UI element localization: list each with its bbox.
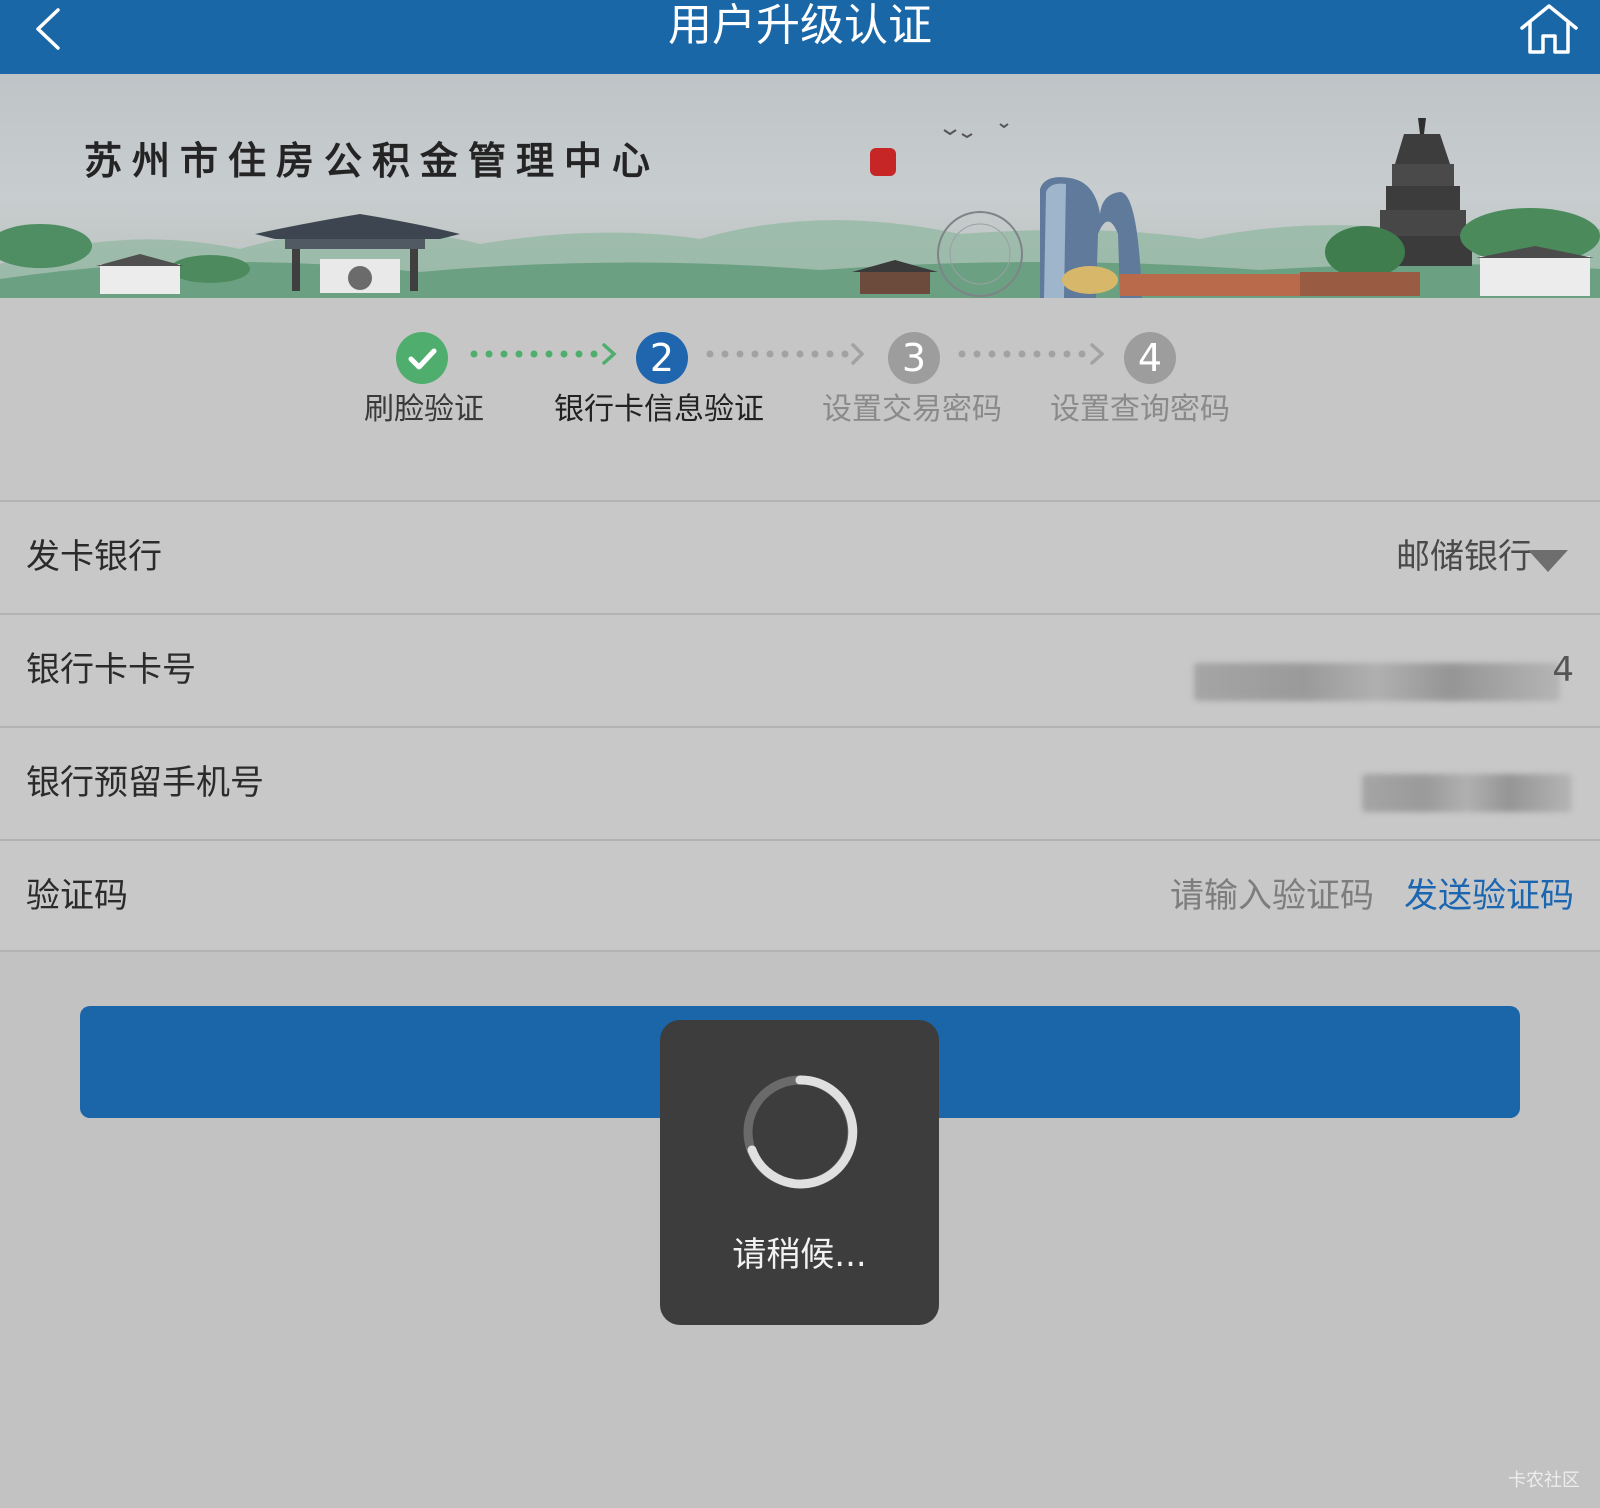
card-number-suffix: 4 bbox=[1552, 650, 1574, 690]
step-3-label: 设置交易密码 bbox=[822, 392, 1002, 427]
banner-image: 苏州市住房公积金管理中心 bbox=[0, 74, 1600, 298]
send-code-button[interactable]: 发送验证码 bbox=[1404, 871, 1574, 921]
loading-dialog: 请稍候... bbox=[660, 1020, 939, 1325]
checkmark-icon bbox=[408, 348, 437, 370]
reserved-phone-label: 银行预留手机号 bbox=[26, 763, 264, 803]
page-title: 用户升级认证 bbox=[668, 0, 932, 51]
step-4-label: 设置查询密码 bbox=[1050, 392, 1230, 427]
issuing-bank-row[interactable]: 发卡银行 邮储银行 bbox=[0, 500, 1600, 613]
loading-text: 请稍候... bbox=[732, 1235, 867, 1275]
red-seal-icon bbox=[870, 148, 896, 176]
city-skyline-illustration bbox=[0, 118, 1600, 298]
watermark-text: 卡农社区 bbox=[1508, 1470, 1580, 1491]
bank-card-form: 发卡银行 邮储银行 银行卡卡号 4 银行预留手机号 验证码 发送验证码 bbox=[0, 500, 1600, 952]
home-button[interactable] bbox=[1518, 2, 1580, 56]
step-1-label: 刷脸验证 bbox=[364, 392, 484, 427]
verification-code-label: 验证码 bbox=[26, 876, 128, 916]
issuing-bank-label: 发卡银行 bbox=[26, 537, 162, 577]
card-number-masked bbox=[1194, 663, 1560, 701]
step-connector-2 bbox=[706, 343, 865, 365]
top-navigation-bar: 用户升级认证 bbox=[0, 0, 1600, 74]
card-number-label: 银行卡卡号 bbox=[26, 650, 196, 690]
loading-spinner-icon bbox=[743, 1075, 858, 1189]
reserved-phone-row[interactable]: 银行预留手机号 bbox=[0, 726, 1600, 839]
step-1-done-icon bbox=[396, 332, 448, 384]
verification-code-row: 验证码 发送验证码 bbox=[0, 839, 1600, 952]
step-2-label: 银行卡信息验证 bbox=[554, 392, 764, 427]
card-number-row[interactable]: 银行卡卡号 4 bbox=[0, 613, 1600, 726]
issuing-bank-select[interactable]: 邮储银行 bbox=[1396, 532, 1532, 582]
verification-code-input[interactable] bbox=[1170, 871, 1380, 921]
reserved-phone-masked bbox=[1362, 774, 1572, 812]
home-icon bbox=[1520, 4, 1578, 54]
step-3-indicator: 3 bbox=[888, 332, 940, 384]
step-4-indicator: 4 bbox=[1124, 332, 1176, 384]
step-connector-1 bbox=[470, 343, 617, 365]
progress-stepper: 刷脸验证 2 银行卡信息验证 3 设置交易密码 4 设置查询密码 bbox=[0, 298, 1600, 500]
step-connector-3 bbox=[958, 343, 1105, 365]
banner-title: 苏州市住房公积金管理中心 bbox=[84, 138, 661, 183]
upgrade-auth-page: 用户升级认证 苏州市住房公积金管理中心 刷脸验证 2 银行卡信息验证 3 设置交… bbox=[0, 0, 1600, 1508]
step-2-indicator: 2 bbox=[636, 332, 688, 384]
dropdown-triangle-icon[interactable] bbox=[1526, 548, 1570, 574]
